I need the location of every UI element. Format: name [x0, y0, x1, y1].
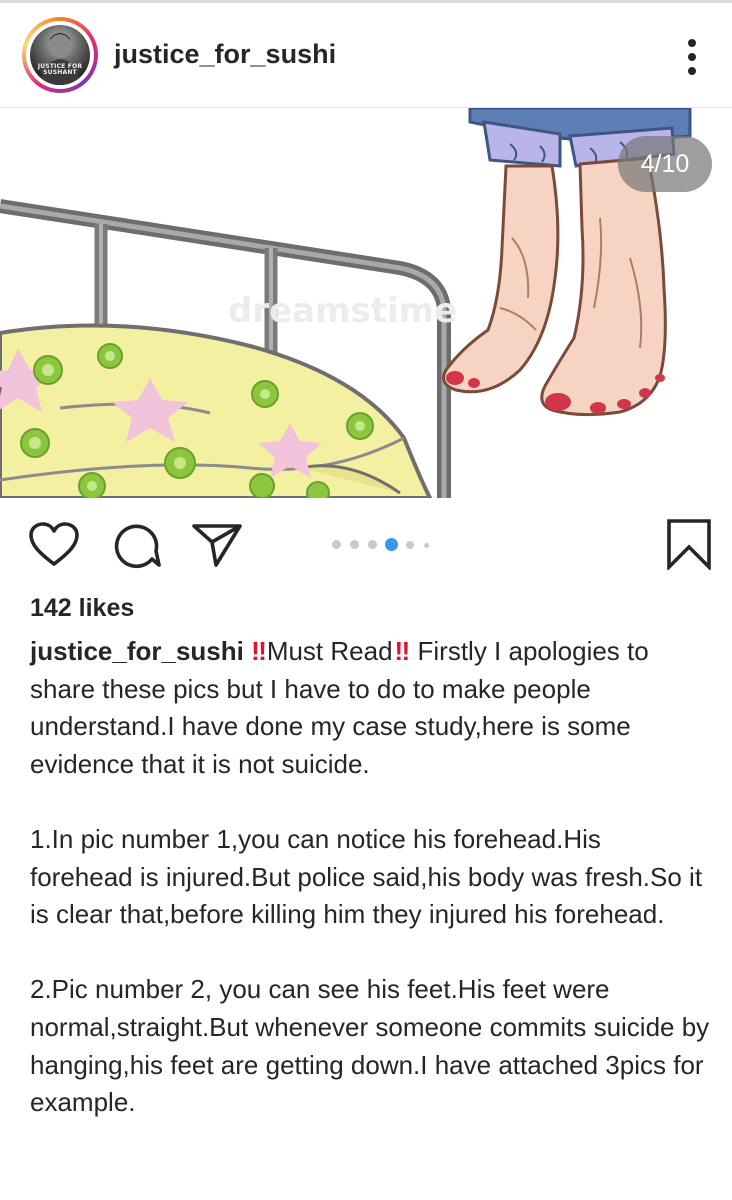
- post-header: JUSTICE FOR SUSHANT justice_for_sushi: [0, 3, 732, 107]
- caption-point-2: 2.Pic number 2, you can see his feet.His…: [30, 974, 710, 1118]
- share-icon[interactable]: [190, 522, 244, 568]
- likes-count[interactable]: 142 likes: [30, 594, 134, 623]
- caption-username[interactable]: justice_for_sushi: [30, 636, 244, 666]
- carousel-dot: [368, 540, 377, 549]
- caption-intro-paragraph: justice_for_sushi ‼ Must Read‼ Firstly I …: [30, 633, 710, 783]
- caption-headline: Must Read: [266, 636, 393, 666]
- right-foot: [540, 156, 667, 417]
- double-exclamation-icon: ‼: [251, 636, 267, 666]
- heart-icon[interactable]: [28, 522, 80, 568]
- pillow: [0, 323, 433, 498]
- post-caption: justice_for_sushi ‼ Must Read‼ Firstly I …: [30, 633, 710, 1122]
- bookmark-icon[interactable]: [666, 518, 712, 570]
- action-bar: [0, 500, 732, 590]
- carousel-dot: [424, 543, 429, 548]
- image-counter-badge: 4/10: [618, 136, 712, 192]
- carousel-dot: [350, 540, 359, 549]
- avatar[interactable]: JUSTICE FOR SUSHANT: [22, 17, 98, 93]
- more-vertical-icon: [688, 39, 696, 75]
- carousel-dot-active: [385, 538, 398, 551]
- carousel-dot: [406, 541, 414, 549]
- more-options-button[interactable]: [676, 37, 708, 79]
- left-foot: [442, 164, 560, 394]
- avatar-logo-text: JUSTICE FOR SUSHANT: [37, 63, 83, 76]
- caption-point-1: 1.In pic number 1,you can notice his for…: [30, 823, 703, 930]
- carousel-dot: [332, 540, 341, 549]
- avatar-photo: JUSTICE FOR SUSHANT: [30, 25, 90, 85]
- comment-icon[interactable]: [112, 521, 162, 569]
- image-watermark: dreamstime: [228, 291, 457, 331]
- double-exclamation-icon: ‼: [394, 636, 411, 666]
- post-username[interactable]: justice_for_sushi: [114, 39, 336, 70]
